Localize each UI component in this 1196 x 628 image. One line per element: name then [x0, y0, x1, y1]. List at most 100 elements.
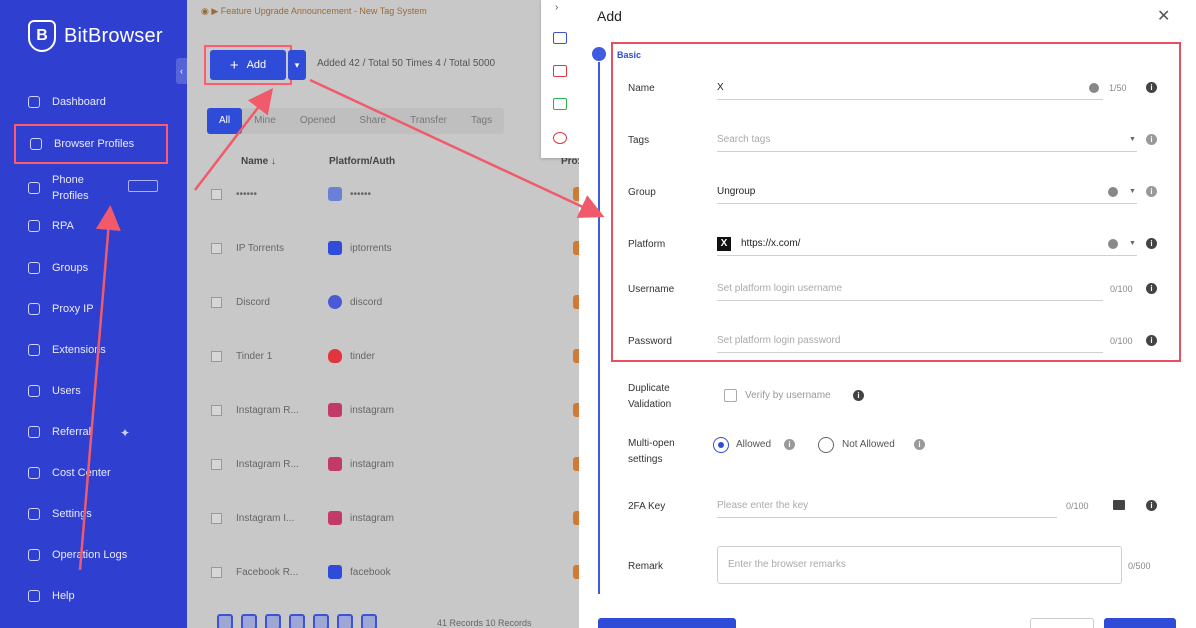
sidebar-item-phone-profiles[interactable]: Phone Profiles	[28, 172, 89, 204]
info-icon[interactable]: i	[1146, 283, 1157, 294]
twofa-input[interactable]: Please enter the key	[717, 494, 1057, 518]
extensions-icon	[28, 344, 40, 356]
info-icon[interactable]: i	[1146, 134, 1157, 145]
sidebar-item-label: Users	[52, 385, 81, 397]
chevron-down-icon[interactable]: ▼	[1129, 240, 1136, 247]
sidebar-item-users[interactable]: Users	[28, 385, 81, 397]
collapse-sidebar-button[interactable]: ‹	[176, 58, 187, 84]
platform-select[interactable]: X https://x.com/	[717, 232, 1137, 256]
info-icon[interactable]: i	[784, 439, 795, 450]
sidebar-item-extensions[interactable]: Extensions	[28, 344, 106, 356]
tab-opened[interactable]: Opened	[288, 108, 348, 134]
add-dropdown-button[interactable]: ▾	[288, 50, 306, 80]
sidebar-item-help[interactable]: Help	[28, 590, 75, 602]
sidebar-item-groups[interactable]: Groups	[28, 262, 88, 274]
sidebar-item-browser-profiles[interactable]: Browser Profiles	[14, 124, 168, 164]
bulk-action-icon[interactable]	[241, 614, 257, 628]
clear-icon[interactable]	[1108, 239, 1118, 249]
sidebar-item-label: Operation Logs	[52, 549, 128, 561]
announcement-icon: ◉ ▶	[201, 6, 221, 16]
verify-by-username-label: Verify by username	[745, 390, 831, 401]
table-row[interactable]: Instagram R... instagram	[211, 454, 587, 474]
footer-primary-button[interactable]	[598, 618, 736, 628]
info-icon[interactable]: i	[1146, 500, 1157, 511]
row-checkbox[interactable]	[211, 188, 222, 200]
sidebar-item-cost-center[interactable]: Cost Center	[28, 467, 111, 479]
sidebar-item-label: Referral	[52, 426, 92, 438]
info-icon[interactable]: i	[853, 390, 864, 401]
remark-label: Remark	[628, 561, 664, 572]
row-checkbox[interactable]	[211, 512, 222, 524]
footer-cancel-button[interactable]	[1030, 618, 1094, 628]
instagram-icon	[328, 457, 342, 471]
row-checkbox[interactable]	[211, 242, 222, 254]
group-label: Group	[628, 187, 656, 198]
sidebar-item-operation-logs[interactable]: Operation Logs	[28, 549, 127, 561]
tab-mine[interactable]: Mine	[242, 108, 288, 134]
discord-icon	[328, 295, 342, 309]
table-row[interactable]: Discord discord	[211, 292, 587, 312]
video-icon[interactable]	[553, 98, 567, 110]
tab-all[interactable]: All	[207, 108, 243, 134]
announcement-bar[interactable]: ◉ ▶ Feature Upgrade Announcement - New T…	[201, 6, 427, 17]
profile-counts: Added 42 / Total 50 Times 4 / Total 5000	[317, 58, 496, 69]
column-name[interactable]: Name ↓	[241, 156, 329, 167]
row-checkbox[interactable]	[211, 404, 222, 416]
close-icon[interactable]: ✕	[1157, 6, 1170, 26]
monitor-icon[interactable]	[553, 32, 567, 44]
table-row[interactable]: •••••• ••••••	[211, 184, 587, 204]
qr-scan-icon[interactable]	[1113, 500, 1125, 510]
cost-icon	[28, 467, 40, 479]
remark-textarea[interactable]: Enter the browser remarks	[717, 546, 1122, 584]
group-select[interactable]: Ungroup	[717, 180, 1137, 204]
info-icon[interactable]: i	[1146, 335, 1157, 346]
add-profile-button[interactable]: + Add	[210, 50, 286, 80]
gear-icon[interactable]	[553, 132, 567, 144]
table-row[interactable]: Instagram R... instagram	[211, 400, 587, 420]
dashboard-icon	[28, 96, 40, 108]
bulk-action-icon[interactable]	[313, 614, 329, 628]
sidebar-item-proxy-ip[interactable]: Proxy IP	[28, 303, 94, 315]
name-input[interactable]: X	[717, 76, 1103, 100]
allowed-radio[interactable]	[713, 437, 729, 453]
table-row[interactable]: Instagram I... instagram	[211, 508, 587, 528]
password-input[interactable]: Set platform login password	[717, 329, 1103, 353]
sidebar-item-rpa[interactable]: RPA	[28, 220, 74, 232]
tab-tags[interactable]: Tags	[459, 108, 504, 134]
chevron-down-icon[interactable]: ▼	[1129, 136, 1136, 143]
mini-toolbar: ›	[541, 0, 579, 158]
sidebar-item-referral[interactable]: Referral	[28, 426, 91, 438]
clear-icon[interactable]	[1089, 83, 1099, 93]
row-checkbox[interactable]	[211, 296, 222, 308]
bulk-action-icon[interactable]	[265, 614, 281, 628]
table-row[interactable]: Tinder 1 tinder	[211, 346, 587, 366]
username-input[interactable]: Set platform login username	[717, 277, 1103, 301]
not-allowed-radio[interactable]	[818, 437, 834, 453]
tab-share[interactable]: Share	[347, 108, 398, 134]
cube-icon[interactable]	[553, 65, 567, 77]
bulk-action-icon[interactable]	[361, 614, 377, 628]
tags-select[interactable]: Search tags	[717, 128, 1137, 152]
row-checkbox[interactable]	[211, 350, 222, 362]
info-icon[interactable]: i	[1146, 186, 1157, 197]
tab-transfer[interactable]: Transfer	[398, 108, 459, 134]
chevron-down-icon[interactable]: ▼	[1129, 188, 1136, 195]
bulk-action-icon[interactable]	[217, 614, 233, 628]
row-checkbox[interactable]	[211, 458, 222, 470]
table-row[interactable]: IP Torrents iptorrents	[211, 238, 587, 258]
info-icon[interactable]: i	[1146, 238, 1157, 249]
new-badge	[128, 180, 158, 192]
footer-confirm-button[interactable]	[1104, 618, 1176, 628]
sidebar-item-dashboard[interactable]: Dashboard	[28, 96, 106, 108]
record-count: 41 Records 10 Records	[437, 618, 532, 628]
sidebar-item-settings[interactable]: Settings	[28, 508, 92, 520]
chevron-right-icon[interactable]: ›	[555, 2, 558, 13]
clear-icon[interactable]	[1108, 187, 1118, 197]
bulk-action-icon[interactable]	[337, 614, 353, 628]
bulk-action-icon[interactable]	[289, 614, 305, 628]
table-row[interactable]: Facebook R... facebook	[211, 562, 587, 582]
info-icon[interactable]: i	[1146, 82, 1157, 93]
info-icon[interactable]: i	[914, 439, 925, 450]
verify-by-username-checkbox[interactable]	[724, 389, 737, 402]
row-checkbox[interactable]	[211, 566, 222, 578]
